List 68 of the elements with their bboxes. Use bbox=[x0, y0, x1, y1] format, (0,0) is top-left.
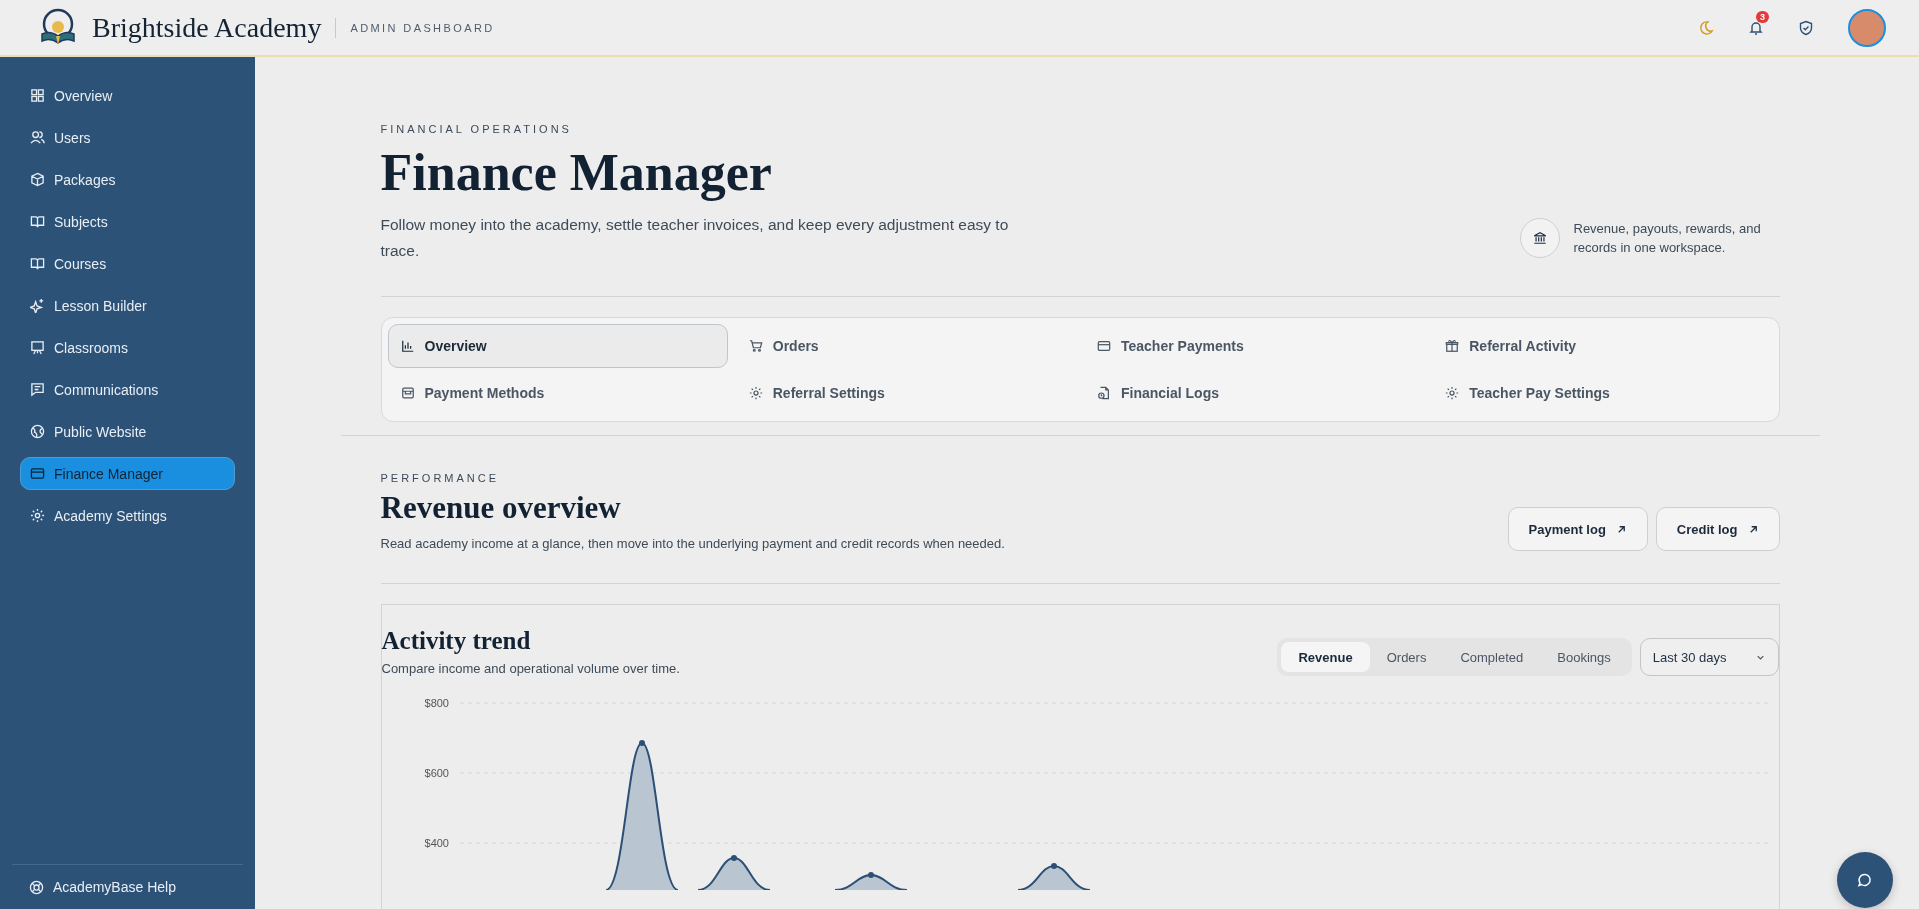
speech-bubble-icon bbox=[1857, 872, 1873, 888]
finance-tab[interactable]: Overview bbox=[387, 324, 728, 368]
sidebar-item[interactable]: Classrooms bbox=[20, 331, 235, 364]
sidebar-item[interactable]: Overview bbox=[20, 79, 235, 112]
page-title: Finance Manager bbox=[380, 143, 773, 202]
sidebar-item[interactable]: Finance Manager bbox=[20, 457, 235, 490]
finance-tab[interactable]: Teacher Payments bbox=[1084, 324, 1425, 368]
cart-icon bbox=[748, 339, 763, 353]
sidebar-item[interactable]: Subjects bbox=[20, 205, 235, 238]
section-description: Read academy income at a glance, then move into the underlying payment and credit records when needed. bbox=[380, 536, 1005, 551]
notification-badge: 3 bbox=[1756, 10, 1769, 23]
workspace-note: Revenue, payouts, rewards, and records in one workspace. bbox=[1573, 220, 1762, 257]
axis-label: $400 bbox=[424, 837, 449, 849]
axis-label: $800 bbox=[424, 697, 449, 709]
users-icon bbox=[30, 130, 45, 145]
card-icon bbox=[30, 466, 45, 481]
lifebuoy-icon bbox=[29, 879, 44, 895]
finance-tab[interactable]: Referral Settings bbox=[735, 371, 1076, 415]
user-avatar[interactable] bbox=[1848, 8, 1886, 47]
sidebar-item[interactable]: Academy Settings bbox=[20, 499, 235, 532]
finance-tab[interactable]: Teacher Pay Settings bbox=[1432, 371, 1773, 415]
chat-button[interactable] bbox=[1837, 852, 1893, 908]
metric-tab[interactable]: Orders bbox=[1369, 642, 1444, 672]
finance-tab[interactable]: Payment Methods bbox=[387, 371, 728, 415]
finance-tab[interactable]: Financial Logs bbox=[1084, 371, 1425, 415]
brand-name: Brightside Academy bbox=[92, 11, 322, 44]
section-eyebrow: FINANCIAL OPERATIONS bbox=[380, 123, 573, 135]
chart-subtitle: Compare income and operational volume over time. bbox=[381, 661, 680, 676]
metric-tab[interactable]: Bookings bbox=[1540, 642, 1628, 672]
gear-icon bbox=[30, 508, 45, 523]
globe-icon bbox=[30, 424, 45, 439]
chart-icon bbox=[400, 339, 415, 353]
file-icon bbox=[1097, 386, 1111, 400]
easel-icon bbox=[30, 340, 45, 355]
bank-icon bbox=[1519, 218, 1560, 258]
help-link[interactable]: AcademyBase Help bbox=[12, 864, 243, 895]
shield-check-icon[interactable] bbox=[1798, 19, 1814, 36]
sparkle-icon bbox=[30, 298, 45, 313]
sidebar-item[interactable]: Packages bbox=[20, 163, 235, 196]
bell-icon[interactable] bbox=[1748, 19, 1764, 36]
wallet-icon bbox=[400, 386, 415, 400]
metric-tab[interactable]: Completed bbox=[1443, 642, 1541, 672]
section-eyebrow: PERFORMANCE bbox=[380, 472, 501, 484]
sidebar-item[interactable]: Lesson Builder bbox=[20, 289, 235, 322]
box-icon bbox=[30, 172, 45, 187]
chat-icon bbox=[30, 382, 45, 397]
log-button[interactable]: Payment log bbox=[1507, 507, 1648, 551]
range-dropdown[interactable]: Last 30 days bbox=[1639, 638, 1779, 676]
log-button[interactable]: Credit log bbox=[1655, 507, 1780, 551]
sidebar-item[interactable]: Public Website bbox=[20, 415, 235, 448]
finance-tab[interactable]: Referral Activity bbox=[1432, 324, 1773, 368]
axis-label: $600 bbox=[424, 767, 449, 779]
sidebar-item[interactable]: Communications bbox=[20, 373, 235, 406]
metric-tab[interactable]: Revenue bbox=[1281, 642, 1370, 672]
sidebar-item[interactable]: Users bbox=[20, 121, 235, 154]
grid-icon bbox=[30, 88, 45, 103]
book-icon bbox=[30, 256, 45, 271]
gear-icon bbox=[1445, 386, 1460, 400]
sidebar-item[interactable]: Courses bbox=[20, 247, 235, 280]
finance-tab[interactable]: Orders bbox=[735, 324, 1076, 368]
page-description: Follow money into the academy, settle teacher invoices, and keep every adjustment easy to trace. bbox=[380, 215, 1010, 261]
book-icon bbox=[30, 214, 45, 229]
gear-icon bbox=[748, 386, 763, 400]
section-title: Revenue overview bbox=[380, 490, 622, 526]
chart-title: Activity trend bbox=[381, 627, 532, 655]
gift-icon bbox=[1445, 339, 1460, 353]
dashboard-subtitle: ADMIN DASHBOARD bbox=[350, 21, 495, 34]
card-icon bbox=[1097, 339, 1111, 353]
